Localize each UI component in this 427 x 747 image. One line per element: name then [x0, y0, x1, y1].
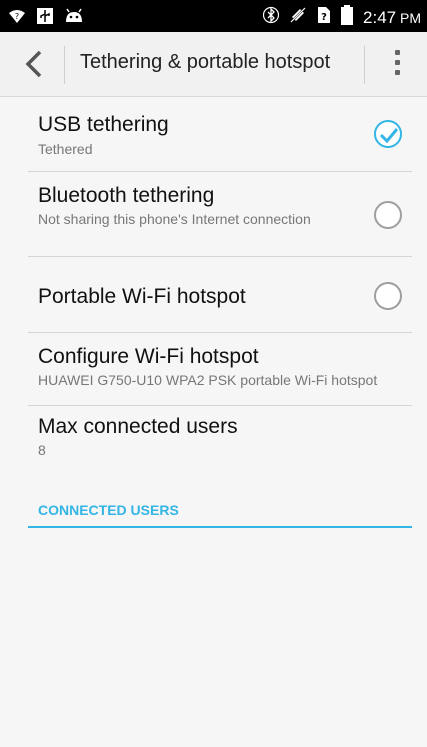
bluetooth-tethering-title: Bluetooth tethering	[38, 184, 215, 207]
settings-list: USB tethering Tethered Bluetooth tetheri…	[28, 96, 412, 488]
usb-tethering-row[interactable]: USB tethering Tethered	[28, 96, 412, 172]
page-title: Tethering & portable hotspot	[80, 51, 331, 73]
clock: 2:47 PM	[363, 8, 421, 28]
usb-tethering-title: USB tethering	[38, 113, 169, 136]
configure-wifi-hotspot-title: Configure Wi-Fi hotspot	[38, 345, 259, 368]
android-icon	[64, 8, 84, 29]
bluetooth-tethering-checkbox[interactable]	[374, 201, 402, 229]
max-connected-users-row[interactable]: Max connected users 8	[28, 406, 412, 488]
connected-users-header: CONNECTED USERS	[38, 502, 179, 518]
checkmark-icon	[379, 128, 399, 144]
wifi-hotspot-checkbox[interactable]	[374, 282, 402, 310]
svg-text:?: ?	[321, 12, 327, 23]
bluetooth-icon	[262, 6, 280, 29]
usb-icon	[36, 7, 54, 30]
usb-tethering-summary: Tethered	[38, 141, 93, 157]
wifi-hotspot-row[interactable]: Portable Wi-Fi hotspot	[28, 257, 412, 333]
section-divider	[28, 526, 412, 528]
status-bar: ? ? 2:47 PM	[0, 0, 427, 32]
divider	[64, 46, 65, 84]
clock-time: 2:47	[363, 7, 397, 27]
bluetooth-tethering-row[interactable]: Bluetooth tethering Not sharing this pho…	[28, 172, 412, 257]
sim-question-icon: ?	[317, 6, 331, 29]
wifi-question-icon: ?	[8, 8, 26, 29]
battery-icon	[341, 5, 354, 30]
back-button[interactable]	[18, 47, 52, 81]
max-connected-users-title: Max connected users	[38, 415, 238, 438]
overflow-menu-button[interactable]	[367, 42, 427, 86]
configure-wifi-hotspot-row[interactable]: Configure Wi-Fi hotspot HUAWEI G750-U10 …	[28, 333, 412, 406]
svg-text:?: ?	[15, 12, 19, 21]
max-connected-users-value: 8	[38, 442, 46, 458]
wifi-hotspot-title: Portable Wi-Fi hotspot	[38, 285, 246, 308]
mute-icon	[289, 6, 307, 29]
divider	[364, 46, 365, 84]
bluetooth-tethering-summary: Not sharing this phone's Internet connec…	[38, 211, 311, 227]
usb-tethering-checkbox[interactable]	[374, 120, 402, 148]
configure-wifi-hotspot-summary: HUAWEI G750-U10 WPA2 PSK portable Wi-Fi …	[38, 372, 378, 388]
action-bar: Tethering & portable hotspot	[0, 32, 427, 97]
clock-ampm: PM	[400, 9, 421, 26]
chevron-left-icon	[25, 50, 42, 78]
